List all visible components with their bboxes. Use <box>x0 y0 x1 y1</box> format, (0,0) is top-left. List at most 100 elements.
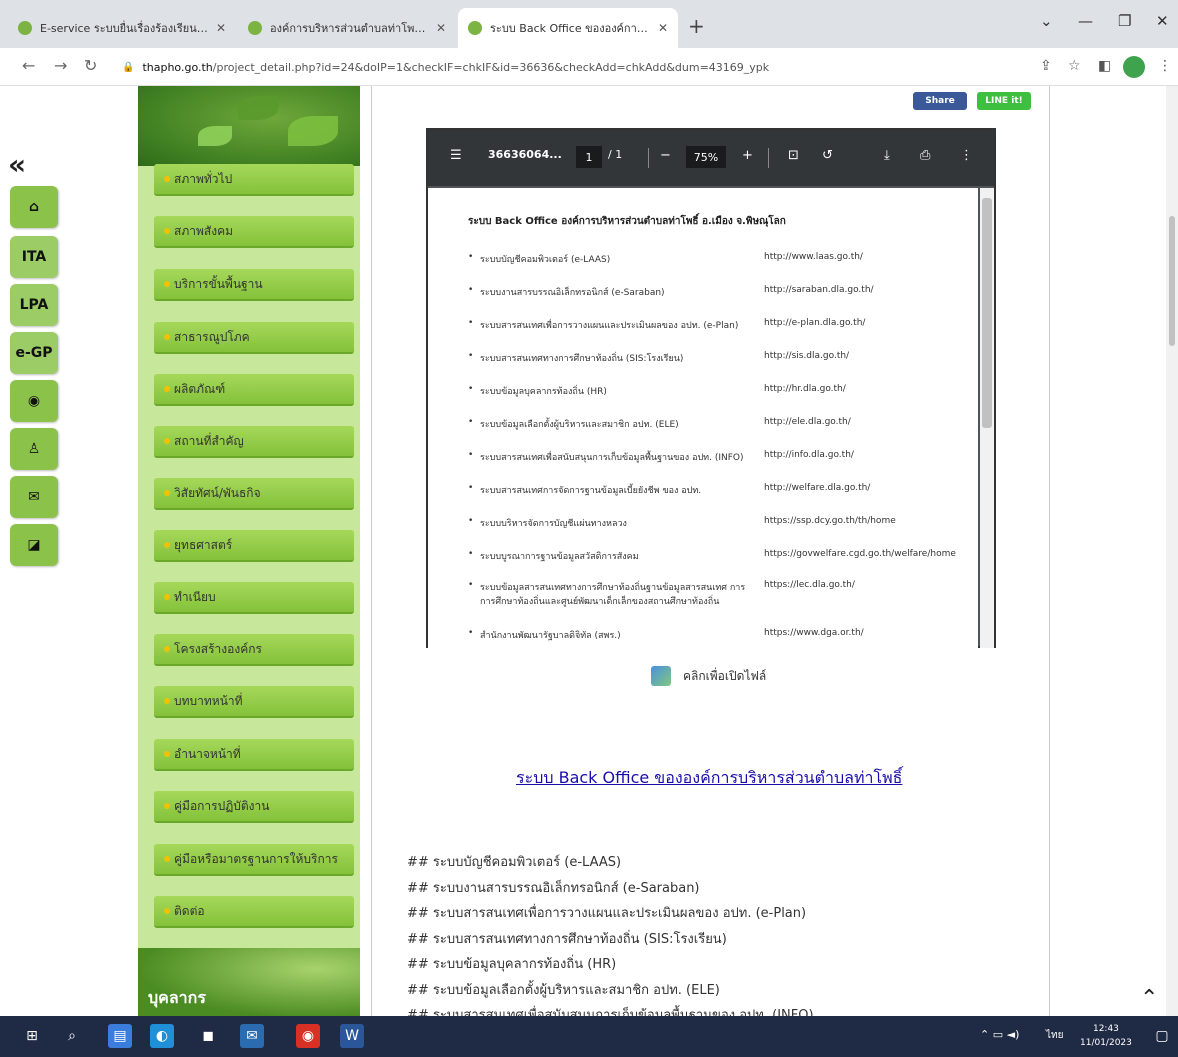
menu-label: ทำเนียบ <box>174 589 216 604</box>
line-share-button[interactable]: LINE it! <box>977 92 1031 110</box>
more-options-icon[interactable]: ⋮ <box>960 148 973 163</box>
file-icon <box>651 666 671 686</box>
pdf-row-name: ระบบสารสนเทศทางการศึกษาท้องถิ่น (SIS:โรง… <box>480 354 684 364</box>
pdf-row-url[interactable]: http://ele.dla.go.th/ <box>764 417 851 427</box>
menu-item[interactable]: บริการขั้นพื้นฐาน <box>154 269 354 301</box>
facebook-share-button[interactable]: Share <box>913 92 967 110</box>
notification-icon[interactable]: ▢ <box>1150 1024 1174 1048</box>
chrome-icon[interactable]: ◉ <box>296 1024 320 1048</box>
sidebar-ita[interactable]: ITA <box>10 236 58 278</box>
collapse-sidebar-icon[interactable]: « <box>8 148 26 181</box>
menu-item[interactable]: ผลิตภัณฑ์ <box>154 374 354 406</box>
menu-item[interactable]: วิสัยทัศน์/พันธกิจ <box>154 478 354 510</box>
menu-item[interactable]: ติดต่อ <box>154 896 354 928</box>
menu-item[interactable]: บทบาทหน้าที่ <box>154 686 354 718</box>
pdf-row-url[interactable]: https://lec.dla.go.th/ <box>764 580 855 590</box>
tab-search-icon[interactable]: ⌄ <box>1040 12 1053 30</box>
minimize-icon[interactable]: — <box>1078 12 1093 30</box>
menu-kebab-icon[interactable]: ⋮ <box>1158 58 1172 74</box>
bullet-icon <box>164 751 170 757</box>
ogp-icon[interactable]: ◪ <box>10 524 58 566</box>
menu-item[interactable]: สภาพทั่วไป <box>154 164 354 196</box>
bullet-icon <box>164 908 170 914</box>
scroll-to-top-icon[interactable]: ⌃ <box>1140 986 1158 1011</box>
pdf-row-url[interactable]: https://govwelfare.cgd.go.th/welfare/hom… <box>764 549 956 559</box>
close-tab-icon[interactable]: ✕ <box>436 21 446 35</box>
menu-item[interactable]: สภาพสังคม <box>154 216 354 248</box>
download-icon[interactable]: ⤓ <box>884 148 890 163</box>
backoffice-link[interactable]: ระบบ Back Office ขององค์การบริหารส่วนตำบ… <box>516 766 902 791</box>
menu-item[interactable]: สาธารณูปโภค <box>154 322 354 354</box>
page-scroll-thumb[interactable] <box>1169 216 1175 346</box>
web-page: « ⌂ ITA LPA e-GP ◉ ♙ ✉ ◪ สภาพทั่วไป สภาพ… <box>0 86 1178 1016</box>
tab-bar: E-service ระบบยื่นเรื่องร้องเรียนออนไลน์… <box>0 0 1178 48</box>
browser-tab-0[interactable]: E-service ระบบยื่นเรื่องร้องเรียนออนไลน์… <box>8 8 236 48</box>
pdf-row-url[interactable]: http://saraban.dla.go.th/ <box>764 285 874 295</box>
url-input[interactable]: 🔒 thapho.go.th /project_detail.php?id=24… <box>110 53 1030 81</box>
reload-icon[interactable]: ↻ <box>84 56 97 75</box>
bullet-icon <box>164 228 170 234</box>
pdf-row-url[interactable]: https://www.dga.or.th/ <box>764 628 864 638</box>
menu-item[interactable]: คู่มือหรือมาตรฐานการให้บริการ <box>154 844 354 876</box>
mail-icon[interactable]: ✉ <box>240 1024 264 1048</box>
task-view-icon[interactable]: ▤ <box>108 1024 132 1048</box>
sidebar-egp[interactable]: e-GP <box>10 332 58 374</box>
content-divider <box>371 86 372 1016</box>
egp-globe-icon[interactable]: ◉ <box>10 380 58 422</box>
toolbar-divider <box>648 148 649 168</box>
pdf-row-url[interactable]: http://hr.dla.go.th/ <box>764 384 846 394</box>
pdf-row-url[interactable]: http://welfare.dla.go.th/ <box>764 483 870 493</box>
close-tab-icon[interactable]: ✕ <box>216 21 226 35</box>
menu-item[interactable]: ยุทธศาสตร์ <box>154 530 354 562</box>
home-icon[interactable]: ⌂ <box>10 186 58 228</box>
system-tray[interactable]: ⌃ ▭ ◄) <box>980 1028 1019 1041</box>
browser-tab-2[interactable]: ระบบ Back Office ขององค์การบริหาร ✕ <box>458 8 678 48</box>
mail-icon[interactable]: ✉ <box>10 476 58 518</box>
pdf-scrollbar[interactable] <box>980 188 994 648</box>
tab-title: องค์การบริหารส่วนตำบลท่าโพธิ์ อ.เมือง <box>270 22 428 35</box>
page-scrollbar[interactable] <box>1166 86 1178 1016</box>
menu-item[interactable]: คู่มือการปฏิบัติงาน <box>154 791 354 823</box>
word-icon[interactable]: W <box>340 1024 364 1048</box>
pdf-page-input[interactable]: 1 <box>576 146 602 168</box>
back-arrow-icon[interactable]: ← <box>22 56 35 75</box>
pdf-row-url[interactable]: http://sis.dla.go.th/ <box>764 351 849 361</box>
user-icon[interactable]: ♙ <box>10 428 58 470</box>
menu-item[interactable]: ทำเนียบ <box>154 582 354 614</box>
zoom-out-icon[interactable]: − <box>660 148 671 163</box>
pdf-row-url[interactable]: http://e-plan.dla.go.th/ <box>764 318 865 328</box>
close-window-icon[interactable]: ✕ <box>1156 12 1169 30</box>
new-tab-button[interactable]: + <box>688 14 705 38</box>
menu-item[interactable]: อำนาจหน้าที่ <box>154 739 354 771</box>
menu-item[interactable]: สถานที่สำคัญ <box>154 426 354 458</box>
sidebar-lpa[interactable]: LPA <box>10 284 58 326</box>
language-indicator[interactable]: ไทย <box>1046 1028 1063 1043</box>
windows-start-icon[interactable]: ⊞ <box>20 1024 44 1048</box>
pdf-zoom-input[interactable]: 75% <box>686 146 726 168</box>
search-icon[interactable]: ⌕ <box>60 1024 84 1048</box>
edge-icon[interactable]: ◐ <box>150 1024 174 1048</box>
bookmark-star-icon[interactable]: ☆ <box>1068 58 1081 74</box>
print-icon[interactable]: ⎙ <box>920 148 930 163</box>
browser-tab-1[interactable]: องค์การบริหารส่วนตำบลท่าโพธิ์ อ.เมือง ✕ <box>238 8 456 48</box>
pdf-row-url[interactable]: http://info.dla.go.th/ <box>764 450 854 460</box>
store-icon[interactable]: ◼ <box>196 1024 220 1048</box>
open-file-link[interactable]: คลิกเพื่อเปิดไฟล์ <box>651 666 766 686</box>
restore-icon[interactable]: ❐ <box>1118 12 1131 30</box>
pdf-scroll-thumb[interactable] <box>982 198 992 428</box>
zoom-in-icon[interactable]: + <box>742 148 753 163</box>
close-tab-icon[interactable]: ✕ <box>658 21 668 35</box>
menu-label: บทบาทหน้าที่ <box>174 693 243 708</box>
side-panel-icon[interactable]: ◧ <box>1098 58 1111 74</box>
clock[interactable]: 12:43 11/01/2023 <box>1080 1022 1132 1050</box>
personnel-banner[interactable]: บุคลากร <box>138 948 360 1016</box>
menu-item[interactable]: โครงสร้างองค์กร <box>154 634 354 666</box>
pdf-row-url[interactable]: https://ssp.dcy.go.th/th/home <box>764 516 896 526</box>
share-page-icon[interactable]: ⇪ <box>1040 58 1052 74</box>
forward-arrow-icon[interactable]: → <box>54 56 67 75</box>
hamburger-menu-icon[interactable]: ☰ <box>450 148 462 163</box>
pdf-row-url[interactable]: http://www.laas.go.th/ <box>764 252 863 262</box>
fit-page-icon[interactable]: ⊡ <box>788 148 799 163</box>
rotate-icon[interactable]: ↺ <box>822 148 833 163</box>
profile-avatar[interactable] <box>1123 56 1145 78</box>
